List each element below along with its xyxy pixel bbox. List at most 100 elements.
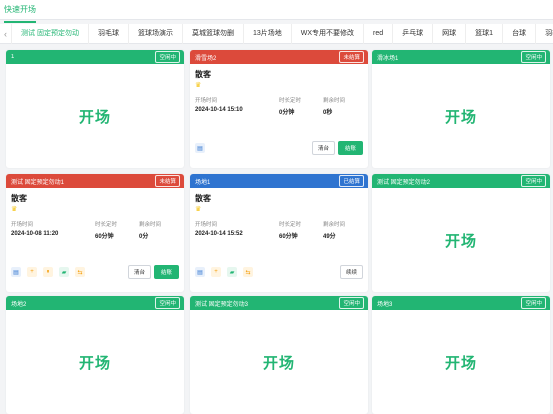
card-title: 场地1 — [195, 179, 211, 186]
swap-icon[interactable]: ⇆ — [243, 267, 253, 277]
pause-icon[interactable]: ⏸ — [43, 267, 53, 277]
duration-label: 时长定时 — [279, 98, 302, 104]
checkout-button[interactable]: 结账 — [337, 141, 363, 155]
remaining-value: 49分 — [323, 234, 336, 240]
remaining-col: 剩余时间 0秒 — [323, 96, 345, 116]
venue-card: 场地2 空闲中 开场 — [6, 296, 184, 414]
category-tab[interactable]: 羽毛球 — [89, 24, 129, 44]
duration-col: 时长定时 0分钟 — [279, 96, 323, 116]
order-icon[interactable]: ▤ — [195, 143, 205, 153]
crown-icon: ♛ — [195, 206, 202, 213]
card-header: 测试 固定预定勿动1 未结算 — [6, 174, 184, 188]
start-time-label: 开场时间 — [11, 222, 34, 228]
status-badge: 空闲中 — [521, 175, 546, 187]
open-button[interactable]: 开场 — [372, 188, 550, 292]
open-button[interactable]: 开场 — [372, 64, 550, 168]
category-tab[interactable]: red — [364, 24, 394, 44]
order-icon[interactable]: ▤ — [195, 267, 205, 277]
status-badge: 空闲中 — [155, 51, 180, 63]
category-tab[interactable]: 羽毛 — [536, 24, 553, 44]
remaining-label: 剩余时间 — [323, 222, 346, 228]
renew-button[interactable]: 续续 — [339, 265, 363, 279]
card-header: 场地2 空闲中 — [6, 296, 184, 310]
tab-quick-open[interactable]: 快速开场 — [4, 4, 36, 23]
card-title: 滑冰场1 — [377, 55, 399, 62]
start-time-label: 开场时间 — [195, 98, 218, 104]
status-badge: 空闲中 — [339, 297, 364, 309]
shop-icon[interactable]: ▰ — [59, 267, 69, 277]
action-buttons: 清台 结账 — [311, 141, 363, 155]
card-header: 测试 固定预定勿动2 空闲中 — [372, 174, 550, 188]
card-title: 测试 固定预定勿动2 — [377, 179, 431, 186]
card-title: 场地2 — [11, 301, 27, 308]
venue-card: 测试 固定预定勿动1 未结算 散客 ♛ 开场时间 2024-10-08 11:2… — [6, 174, 184, 292]
card-header: 场地1 已结算 — [190, 174, 368, 188]
card-title: 测试 固定预定勿动3 — [195, 301, 249, 308]
start-time-col: 开场时间 2024-10-14 15:52 — [195, 220, 279, 240]
clear-table-button[interactable]: 清台 — [311, 141, 335, 155]
duration-label: 时长定时 — [95, 222, 118, 228]
card-actions: ▤ 清台 结账 — [195, 141, 363, 155]
start-time-value: 2024-10-08 11:20 — [11, 231, 59, 237]
category-tab[interactable]: 13片场地 — [244, 24, 292, 44]
action-icons: ▤ + ▰ ⇆ — [195, 267, 259, 277]
order-icon[interactable]: ▤ — [11, 267, 21, 277]
category-tab[interactable]: 测试 固定预定勿动 — [12, 24, 89, 44]
remaining-label: 剩余时间 — [323, 98, 346, 104]
swap-icon[interactable]: ⇆ — [75, 267, 85, 277]
remaining-label: 剩余时间 — [139, 222, 162, 228]
open-button[interactable]: 开场 — [372, 310, 550, 414]
chevron-left-icon[interactable]: ‹ — [0, 24, 12, 44]
shop-icon[interactable]: ▰ — [227, 267, 237, 277]
clear-table-button[interactable]: 清台 — [127, 265, 151, 279]
card-body: 散客 ♛ 开场时间 2024-10-14 15:10 时长定时 0分钟 剩余时间… — [190, 64, 368, 121]
start-time-col: 开场时间 2024-10-14 15:10 — [195, 96, 279, 116]
card-body: 散客 ♛ 开场时间 2024-10-08 11:20 时长定时 60分钟 剩余时… — [6, 188, 184, 245]
card-title: 1 — [11, 54, 15, 60]
open-button[interactable]: 开场 — [6, 310, 184, 414]
category-tab[interactable]: WX专用不要修改 — [292, 24, 365, 44]
card-title: 场地3 — [377, 301, 393, 308]
category-tab[interactable]: 篮球1 — [466, 24, 504, 44]
open-button[interactable]: 开场 — [190, 310, 368, 414]
remaining-col: 剩余时间 0分 — [139, 220, 161, 240]
status-badge: 空闲中 — [521, 297, 546, 309]
category-tab[interactable]: 台球 — [503, 24, 537, 44]
venue-card: 滑冰场1 空闲中 开场 — [372, 50, 550, 168]
duration-value: 60分钟 — [95, 234, 114, 240]
venue-card: 场地1 已结算 散客 ♛ 开场时间 2024-10-14 15:52 时长定时 … — [190, 174, 368, 292]
venue-card: 1 空闲中 开场 — [6, 50, 184, 168]
card-header: 滑冰场1 空闲中 — [372, 50, 550, 64]
plus-icon[interactable]: + — [27, 267, 37, 277]
start-time-label: 开场时间 — [195, 222, 218, 228]
card-header: 滑雪场2 未结算 — [190, 50, 368, 64]
info-row: 开场时间 2024-10-14 15:52 时长定时 60分钟 剩余时间 49分 — [195, 220, 363, 240]
info-row: 开场时间 2024-10-08 11:20 时长定时 60分钟 剩余时间 0分 — [11, 220, 179, 240]
duration-col: 时长定时 60分钟 — [279, 220, 323, 240]
category-tab[interactable]: 网球 — [433, 24, 467, 44]
category-list: 测试 固定预定勿动 羽毛球 篮球场演示 莫城篮球勿删 13片场地 WX专用不要修… — [12, 24, 553, 44]
action-buttons: 续续 — [339, 265, 363, 279]
venue-card: 滑雪场2 未结算 散客 ♛ 开场时间 2024-10-14 15:10 时长定时… — [190, 50, 368, 168]
card-header: 场地3 空闲中 — [372, 296, 550, 310]
remaining-value: 0秒 — [323, 110, 333, 116]
card-body: 散客 ♛ 开场时间 2024-10-14 15:52 时长定时 60分钟 剩余时… — [190, 188, 368, 245]
plus-icon[interactable]: + — [211, 267, 221, 277]
card-actions: ▤ + ⏸ ▰ ⇆ 清台 结账 — [11, 265, 179, 279]
remaining-col: 剩余时间 49分 — [323, 220, 345, 240]
checkout-button[interactable]: 结账 — [153, 265, 179, 279]
status-badge: 空闲中 — [521, 51, 546, 63]
category-tab[interactable]: 乒乓球 — [393, 24, 434, 44]
venue-card: 测试 固定预定勿动3 空闲中 开场 — [190, 296, 368, 414]
venue-card: 测试 固定预定勿动2 空闲中 开场 — [372, 174, 550, 292]
category-tab[interactable]: 篮球场演示 — [129, 24, 183, 44]
info-row: 开场时间 2024-10-14 15:10 时长定时 0分钟 剩余时间 0秒 — [195, 96, 363, 116]
crown-icon: ♛ — [195, 82, 202, 89]
card-title: 滑雪场2 — [195, 55, 217, 62]
category-tab[interactable]: 莫城篮球勿删 — [183, 24, 244, 44]
action-icons: ▤ — [195, 143, 211, 153]
status-badge: 空闲中 — [155, 297, 180, 309]
start-time-col: 开场时间 2024-10-08 11:20 — [11, 220, 95, 240]
card-header: 测试 固定预定勿动3 空闲中 — [190, 296, 368, 310]
open-button[interactable]: 开场 — [6, 64, 184, 168]
